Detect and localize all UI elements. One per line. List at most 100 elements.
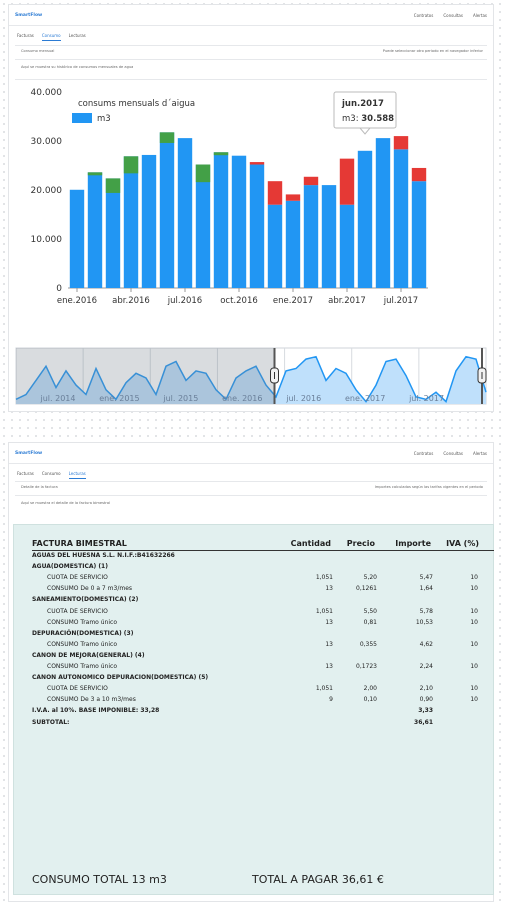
tooltip-value: 30.588 — [361, 114, 394, 124]
line-iva: 10 — [470, 640, 478, 648]
nav-item[interactable]: Alertas — [473, 451, 487, 456]
consumption-chart[interactable]: 0 10.000 20.000 30.000 40.000 ene.2016 abr.201… — [6, 84, 492, 408]
line-label: SUBTOTAL: — [32, 718, 70, 726]
divider — [15, 45, 487, 46]
line-label: CUOTA DE SERVICIO — [47, 574, 108, 582]
chart-title: consums mensuals d´aigua — [78, 98, 195, 109]
header-rule — [32, 550, 494, 551]
y-tick-label: 0 — [56, 284, 62, 294]
divider — [9, 463, 493, 464]
divider — [15, 79, 487, 80]
col-iva: IVA (%) — [446, 539, 479, 548]
decrease-mark — [267, 181, 283, 205]
bar — [375, 138, 391, 288]
line-quantity: 1,051 — [315, 607, 333, 615]
line-price: 0,355 — [359, 640, 377, 648]
divider — [15, 59, 487, 60]
decrease-mark — [303, 176, 319, 186]
line-price: 0,1723 — [356, 663, 377, 670]
invoice-section-header: AGUAS DEL HUESNA S.L. N.I.F.:B41632266 — [14, 552, 495, 563]
info-body: Aquí se muestra el detalle de la factura… — [21, 501, 111, 505]
bar — [123, 156, 139, 288]
line-label: CONSUMO Tramo único — [47, 618, 117, 626]
y-tick-label: 10.000 — [31, 235, 63, 245]
invoice-line-item: CUOTA DE SERVICIO 1,051 5,20 5,47 10 — [14, 574, 495, 585]
bar — [285, 200, 301, 288]
line-iva: 10 — [470, 585, 478, 593]
bar — [249, 164, 265, 288]
invoice-section-header: AGUA(DOMESTICA) (1) — [14, 563, 495, 574]
line-amount: 10,53 — [415, 618, 433, 626]
line-iva: 10 — [470, 574, 478, 582]
bar — [267, 204, 283, 288]
info-title: Detalle de la factura — [21, 485, 58, 489]
nav-item[interactable]: Alertas — [473, 13, 487, 18]
x-tick-label: ene.2017 — [273, 296, 313, 306]
info-title: Consumo mensual — [21, 49, 55, 53]
brand-logo[interactable]: SmartFlow — [15, 451, 42, 456]
top-nav: Contratos Consultas Alertas — [414, 13, 487, 18]
nav-item[interactable]: Consultas — [443, 13, 463, 18]
line-price: 5,20 — [363, 574, 377, 582]
tab-facturas[interactable]: Facturas — [17, 33, 34, 41]
x-tick-label: abr.2017 — [328, 296, 366, 306]
line-iva: 10 — [470, 663, 478, 670]
bar — [339, 204, 355, 288]
line-price: 0,10 — [363, 696, 377, 704]
increase-mark — [87, 172, 103, 176]
line-amount: 36,61 — [414, 718, 433, 726]
line-amount: 5,47 — [419, 574, 433, 582]
navigator-label: ene. 2015 — [99, 394, 139, 403]
increase-mark — [213, 152, 229, 156]
line-amount: 0,90 — [419, 696, 433, 704]
top-nav: Contratos Consultas Alertas — [414, 451, 487, 456]
bar — [159, 132, 175, 288]
invoice-line-item: CONSUMO De 0 a 7 m3/mes 13 0,1261 1,64 10 — [14, 585, 495, 596]
tooltip-pointer — [358, 127, 372, 135]
tab-consumo[interactable]: Consumo — [41, 33, 61, 41]
bar — [105, 178, 121, 288]
navigator-label: ene. 2017 — [345, 394, 385, 403]
line-label: CUOTA DE SERVICIO — [47, 685, 108, 693]
line-label: DEPURACIÓN(DOMESTICA) (3) — [32, 629, 134, 637]
divider — [15, 481, 487, 482]
bar — [141, 154, 157, 288]
brand-logo[interactable]: SmartFlow — [15, 13, 42, 18]
consumo-total: CONSUMO TOTAL 13 m3 — [32, 873, 167, 886]
bar — [69, 189, 85, 288]
increase-mark — [105, 178, 121, 193]
increase-mark — [195, 164, 211, 183]
nav-item[interactable]: Contratos — [414, 451, 434, 456]
tab-lecturas[interactable]: Lecturas — [69, 33, 86, 41]
nav-item[interactable]: Consultas — [443, 451, 463, 456]
line-quantity: 1,051 — [315, 685, 333, 693]
y-tick-label: 20.000 — [31, 186, 63, 196]
line-label: AGUA(DOMESTICA) (1) — [32, 563, 108, 571]
tab-facturas[interactable]: Facturas — [17, 471, 34, 479]
bar — [213, 152, 229, 288]
x-tick-label: jul.2017 — [383, 296, 418, 306]
line-quantity: 13 — [325, 640, 333, 648]
top-bar: SmartFlow Contratos Consultas Alertas — [9, 443, 493, 463]
decrease-mark — [285, 194, 301, 201]
info-hint: Puede seleccionar otro periodo en el nav… — [382, 49, 483, 53]
line-label: I.V.A. al 10%. BASE IMPONIBLE: 33,28 — [32, 707, 160, 715]
invoice-line-item: CUOTA DE SERVICIO 1,051 5,50 5,78 10 — [14, 608, 495, 619]
nav-item[interactable]: Contratos — [414, 13, 434, 18]
invoice-section-header: CANON AUTONOMICO DEPURACION(DOMESTICA) (… — [14, 674, 495, 685]
invoice-line-item: CONSUMO Tramo único 13 0,1723 2,24 10 — [14, 663, 495, 674]
invoice-section-header: SANEAMIENTO(DOMESTICA) (2) — [14, 596, 495, 607]
invoice-section-header: I.V.A. al 10%. BASE IMPONIBLE: 33,28 3,33 — [14, 707, 495, 718]
chart-navigator[interactable]: jul. 2014 ene. 2015 jul. 2015 ene. 2016 jul.… — [15, 347, 487, 405]
tab-lecturas[interactable]: Lecturas — [68, 471, 86, 479]
navigator-label: ene. 2016 — [222, 394, 262, 403]
line-price: 5,50 — [363, 607, 377, 615]
invoice-section-header: DEPURACIÓN(DOMESTICA) (3) — [14, 630, 495, 641]
tab-bar: Facturas Consumo Lecturas — [17, 471, 86, 479]
bar — [303, 185, 319, 288]
tab-consumo[interactable]: Consumo — [42, 471, 61, 479]
line-label: AGUAS DEL HUESNA S.L. N.I.F.:B41632266 — [32, 552, 175, 559]
line-label: CUOTA DE SERVICIO — [47, 607, 108, 615]
line-iva: 10 — [470, 618, 478, 626]
bar — [195, 164, 211, 288]
